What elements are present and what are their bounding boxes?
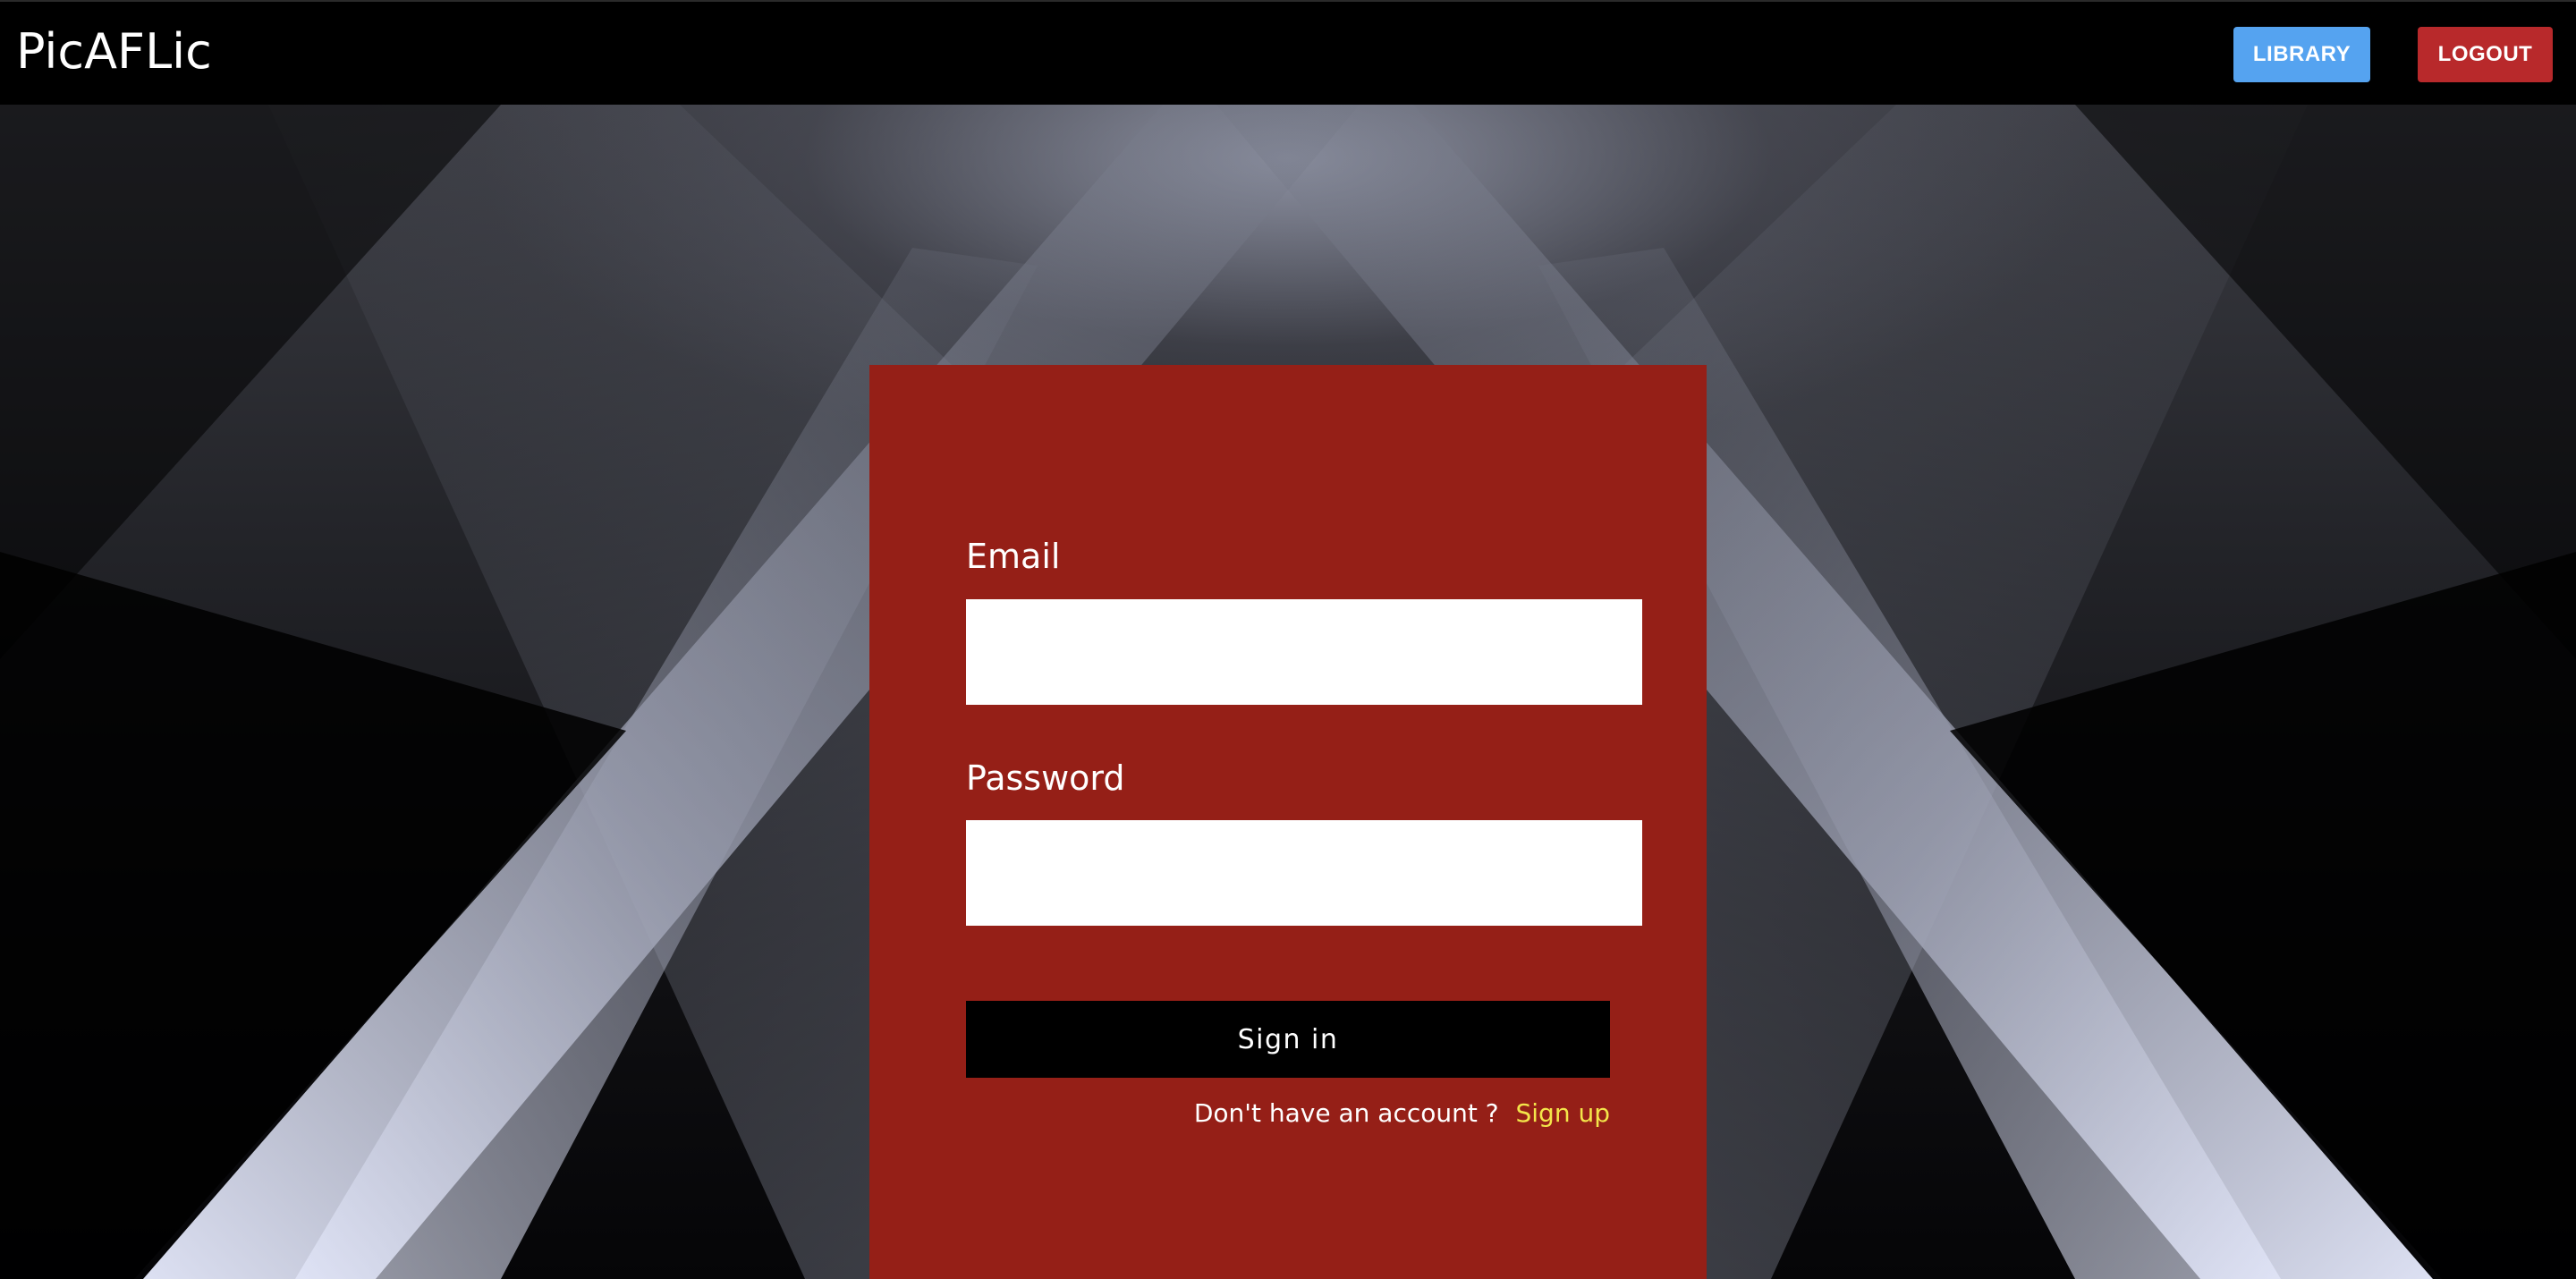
- top-navbar: PicAFLic LIBRARY LOGOUT: [0, 0, 2576, 105]
- sign-up-link[interactable]: Sign up: [1516, 1098, 1611, 1128]
- logout-button[interactable]: LOGOUT: [2418, 27, 2553, 82]
- signup-prompt: Don't have an account ? Sign up: [966, 1098, 1610, 1128]
- library-button[interactable]: LIBRARY: [2233, 27, 2370, 82]
- login-card: Email Password Sign in Don't have an acc…: [869, 365, 1707, 1279]
- spotlight-background: Email Password Sign in Don't have an acc…: [0, 105, 2576, 1279]
- password-field[interactable]: [966, 820, 1642, 926]
- brand-logo-text[interactable]: PicAFLic: [16, 23, 212, 80]
- password-label: Password: [966, 758, 1125, 798]
- email-label: Email: [966, 537, 1061, 576]
- email-field[interactable]: [966, 599, 1642, 705]
- no-account-text: Don't have an account ?: [1193, 1098, 1499, 1128]
- sign-in-button[interactable]: Sign in: [966, 1001, 1610, 1078]
